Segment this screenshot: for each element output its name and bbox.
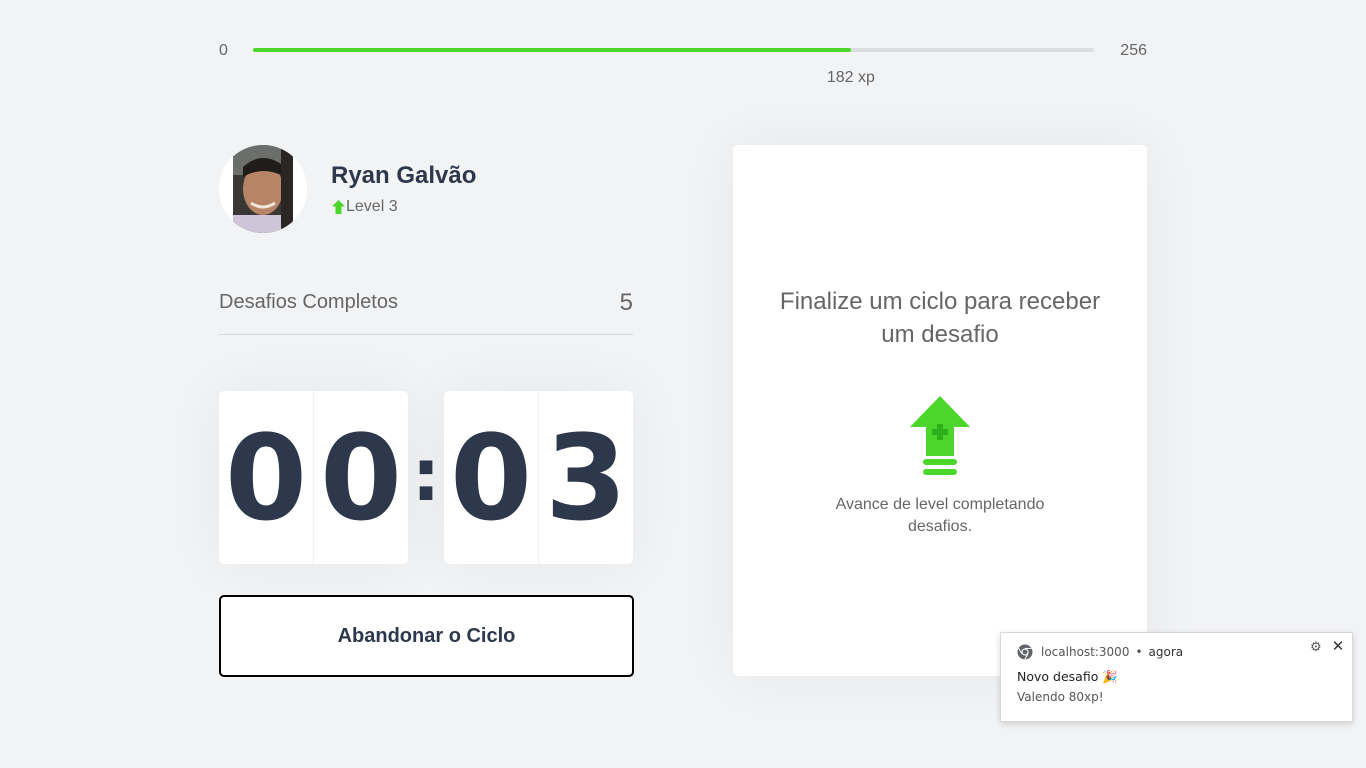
profile-level-label: Level 3: [346, 198, 398, 215]
notification-source: localhost:3000: [1041, 645, 1130, 659]
level-up-arrow-icon: [332, 200, 345, 214]
notification-body: Valendo 80xp!: [1017, 690, 1104, 704]
second-digit-right: 3: [538, 391, 633, 564]
xp-current-label: 182 xp: [826, 69, 875, 86]
chrome-icon: [1017, 644, 1033, 660]
abandon-cycle-button[interactable]: Abandonar o Ciclo: [219, 595, 634, 677]
close-icon[interactable]: ✕: [1330, 638, 1346, 654]
avatar-photo: [219, 145, 307, 233]
profile-level: Level 3: [331, 198, 476, 216]
notification-separator: •: [1135, 645, 1143, 659]
experience-bar: 0 182 xp 256: [219, 40, 1147, 86]
minute-digit-right: 0: [313, 391, 408, 564]
minute-digit-left: 0: [224, 408, 308, 547]
notification-title: Novo desafio 🎉: [1017, 669, 1118, 684]
xp-min-label: 0: [219, 42, 228, 59]
challenge-box: Finalize um ciclo para receber um desafi…: [733, 145, 1147, 676]
browser-notification[interactable]: localhost:3000 • agora ⚙ ✕ Novo desafio …: [1000, 632, 1353, 722]
countdown: 0 0 : 0 3: [219, 391, 633, 564]
xp-track: 182 xp: [253, 48, 1094, 86]
profile: Ryan Galvão Level 3: [219, 145, 633, 233]
second-digit-left: 0: [449, 408, 533, 547]
challenge-title: Finalize um ciclo para receber um desafi…: [779, 288, 1101, 348]
notification-header: localhost:3000 • agora: [1017, 644, 1183, 660]
gear-icon[interactable]: ⚙: [1310, 641, 1324, 655]
completed-challenges: Desafios Completos 5: [219, 287, 633, 335]
level-up-icon: [910, 396, 970, 475]
challenge-hint: Avance de level completando desafios.: [835, 496, 1045, 535]
countdown-separator: :: [411, 432, 441, 517]
completed-challenges-count: 5: [619, 289, 633, 316]
completed-challenges-label: Desafios Completos: [219, 291, 398, 313]
profile-info: Ryan Galvão Level 3: [331, 162, 476, 216]
countdown-minutes: 0 0: [219, 391, 408, 564]
xp-max-label: 256: [1120, 42, 1147, 59]
notification-time: agora: [1148, 645, 1184, 659]
xp-fill: [253, 48, 851, 52]
countdown-seconds: 0 3: [444, 391, 633, 564]
profile-name: Ryan Galvão: [331, 162, 477, 189]
avatar: [219, 145, 307, 233]
